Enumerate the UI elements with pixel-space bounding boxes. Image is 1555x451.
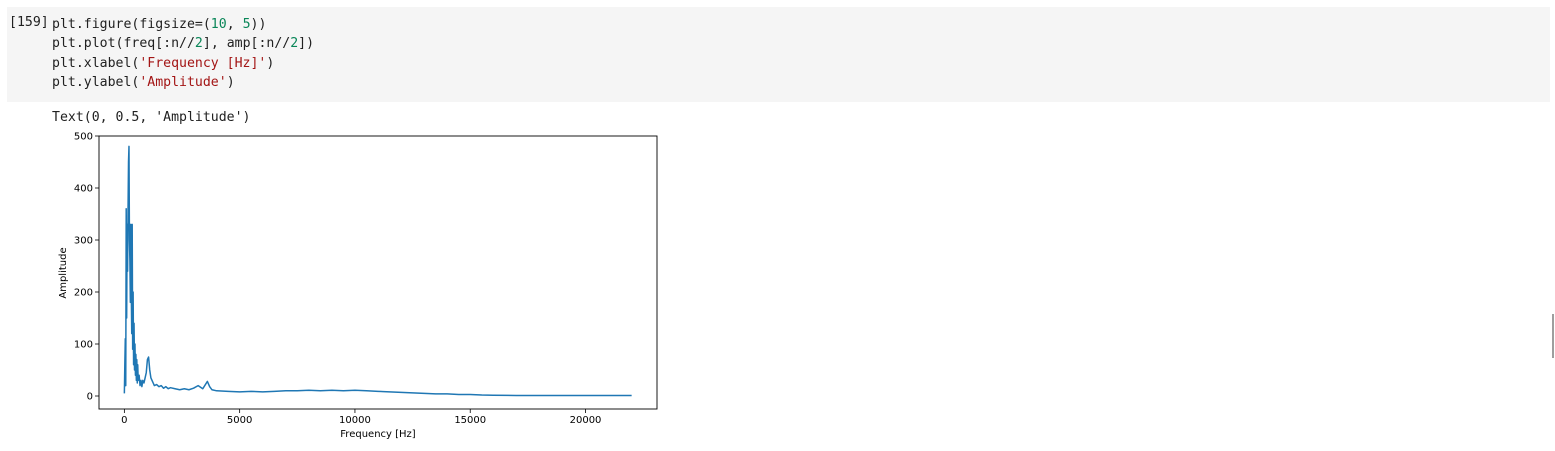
y-tick-label: 400 [74,184,93,195]
y-tick-label: 200 [74,288,93,299]
x-tick-label: 10000 [339,415,371,426]
y-tick-label: 300 [74,236,93,247]
y-tick-label: 100 [74,340,93,351]
x-tick-label: 5000 [227,415,252,426]
series-line [123,145,632,397]
x-axis-label: Frequency [Hz] [340,429,416,440]
y-tick-label: 0 [87,392,93,403]
x-tick-label: 20000 [570,415,602,426]
y-tick-label: 500 [74,132,93,143]
x-tick-label: 15000 [454,415,486,426]
x-tick-label: 0 [121,415,127,426]
matplotlib-figure: 0 5000 10000 15000 20000 0 100 200 300 400 500 Fre… [58,132,658,440]
y-axis-label: Amplitude [58,247,69,298]
scrollbar-thumb[interactable] [1552,314,1554,358]
plot-area [98,135,658,410]
